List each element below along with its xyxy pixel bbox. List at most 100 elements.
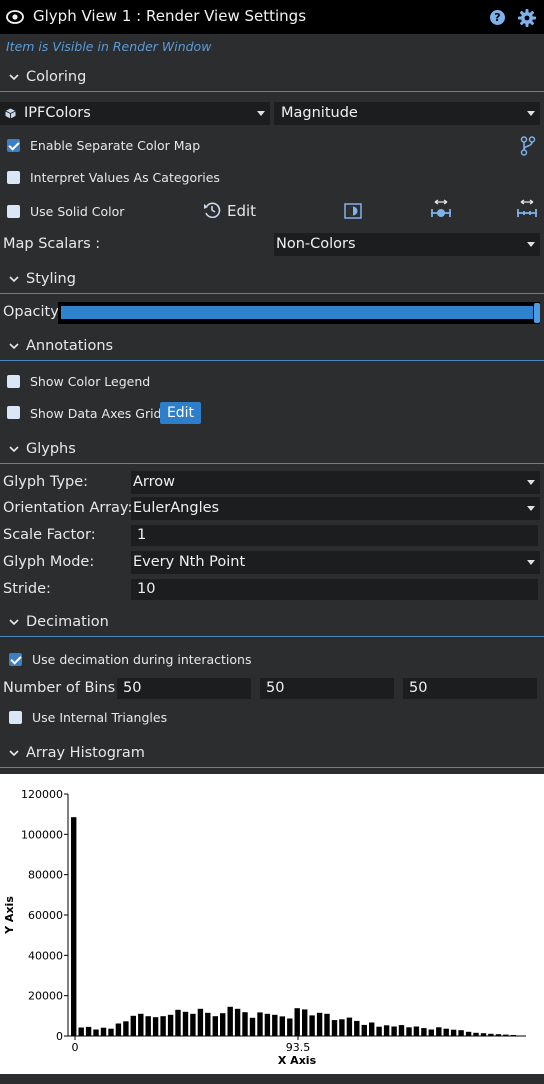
map-scalars-select[interactable]: Non-Colors (274, 233, 540, 256)
orientation-array-value: EulerAngles (133, 500, 220, 516)
histogram-bar (152, 1017, 159, 1036)
histogram-bar (443, 1028, 449, 1036)
section-divider (0, 91, 544, 92)
dropdown-arrow-icon (527, 560, 535, 565)
section-array-histogram[interactable]: Array Histogram (0, 742, 544, 768)
histogram-bar (361, 1024, 367, 1036)
section-label: Annotations (26, 338, 114, 354)
enable-separate-color-map-label: Enable Separate Color Map (30, 138, 201, 153)
stride-input[interactable]: 10 (131, 579, 538, 600)
show-data-axes-grid-checkbox[interactable] (7, 406, 20, 419)
dropdown-arrow-icon (257, 111, 265, 116)
gear-icon[interactable] (517, 8, 537, 28)
section-label: Decimation (26, 614, 109, 630)
histogram-bar (138, 1013, 144, 1036)
use-decimation-label: Use decimation during interactions (32, 652, 252, 667)
show-color-legend-checkbox[interactable] (7, 375, 20, 388)
glyph-type-label: Glyph Type: (3, 474, 89, 490)
section-annotations[interactable]: Annotations (0, 335, 544, 361)
histogram-bar (316, 1012, 323, 1036)
bins-z-input[interactable]: 50 (403, 678, 537, 699)
glyph-mode-select[interactable]: Every Nth Point (131, 551, 540, 574)
histogram-bar (190, 1013, 196, 1036)
glyph-type-value: Arrow (133, 474, 175, 490)
histogram-bar (205, 1012, 211, 1036)
section-styling[interactable]: Styling (0, 268, 544, 294)
histogram-chart[interactable]: 020000400006000080000100000120000 0 93.5 … (0, 774, 544, 1074)
histogram-bar (450, 1029, 457, 1036)
histogram-bar (242, 1012, 248, 1036)
histogram-bar (354, 1020, 360, 1036)
rescale-custom-range-icon[interactable] (516, 199, 538, 221)
x-tick-label: 93.5 (286, 1041, 311, 1054)
interpret-categories-label: Interpret Values As Categories (30, 170, 220, 185)
glyph-type-select[interactable]: Arrow (131, 471, 540, 494)
color-array-select[interactable]: IPFColors (0, 102, 270, 125)
map-scalars-label: Map Scalars : (3, 236, 101, 252)
histogram-bar (279, 1016, 285, 1036)
eye-icon[interactable] (6, 9, 24, 25)
y-tick-label: 20000 (28, 990, 63, 1003)
histogram-bar (167, 1014, 174, 1036)
chevron-down-icon (9, 74, 19, 81)
chevron-down-icon (9, 750, 19, 757)
glyph-mode-label: Glyph Mode: (3, 554, 95, 570)
y-tick-label: 100000 (21, 828, 63, 841)
enable-separate-color-map-checkbox[interactable] (7, 139, 20, 152)
histogram-bar (428, 1029, 434, 1036)
use-solid-color-checkbox[interactable] (7, 205, 20, 218)
section-glyphs[interactable]: Glyphs (0, 438, 544, 464)
histogram-bar (160, 1016, 166, 1036)
branch-icon[interactable] (520, 136, 536, 156)
histogram-bar (123, 1021, 129, 1036)
rescale-to-data-icon[interactable] (430, 199, 452, 221)
histogram-bar (175, 1009, 181, 1036)
help-icon[interactable]: ? (490, 10, 505, 25)
histogram-bar (108, 1028, 114, 1036)
data-axes-grid-edit-button[interactable]: Edit (160, 402, 201, 424)
y-tick-label: 80000 (28, 869, 63, 882)
dropdown-arrow-icon (527, 242, 535, 247)
map-scalars-value: Non-Colors (276, 236, 356, 252)
histogram-bar (294, 1008, 300, 1036)
histogram-bar (331, 1020, 338, 1036)
section-decimation[interactable]: Decimation (0, 611, 544, 637)
use-decimation-checkbox[interactable] (9, 653, 22, 666)
scale-factor-input[interactable]: 1 (131, 525, 538, 546)
histogram-bar (197, 1008, 204, 1036)
interpret-categories-checkbox[interactable] (7, 171, 20, 184)
show-color-legend-label: Show Color Legend (30, 374, 151, 389)
edit-color-map-icon[interactable] (203, 202, 221, 218)
histogram-bar (249, 1017, 256, 1036)
bottom-bar (0, 1074, 544, 1084)
use-internal-triangles-checkbox[interactable] (9, 711, 22, 724)
histogram-bar (220, 1013, 226, 1036)
color-array-value: IPFColors (24, 105, 91, 121)
section-coloring[interactable]: Coloring (0, 66, 544, 92)
section-label: Coloring (26, 69, 87, 85)
orientation-array-select[interactable]: EulerAngles (131, 497, 540, 520)
histogram-bar (115, 1023, 122, 1036)
opacity-slider-handle[interactable] (534, 303, 540, 323)
histogram-bar (369, 1022, 375, 1036)
invert-colors-icon[interactable] (344, 203, 362, 219)
histogram-bar (376, 1026, 382, 1036)
bins-y-input[interactable]: 50 (260, 678, 394, 699)
histogram-bar (339, 1019, 345, 1036)
number-of-bins-label: Number of Bins : (3, 680, 125, 696)
histogram-bar (78, 1027, 84, 1036)
histogram-bar (324, 1013, 330, 1036)
edit-color-map-button[interactable]: Edit (227, 202, 256, 220)
orientation-array-label: Orientation Array: (3, 500, 133, 516)
scale-factor-label: Scale Factor: (3, 527, 96, 543)
visibility-status: Item is Visible in Render Window (6, 39, 212, 54)
histogram-bar (130, 1015, 136, 1036)
bins-x-input[interactable]: 50 (117, 678, 251, 699)
histogram-bar (234, 1008, 241, 1036)
y-tick-label: 60000 (28, 909, 63, 922)
histogram-bar (272, 1014, 278, 1036)
component-select[interactable]: Magnitude (274, 102, 540, 125)
y-ticks: 0 20000 40000 60000 80000 100000 120000 (21, 788, 68, 1043)
x-tick-label: 0 (72, 1041, 79, 1054)
histogram-bar (391, 1026, 397, 1036)
